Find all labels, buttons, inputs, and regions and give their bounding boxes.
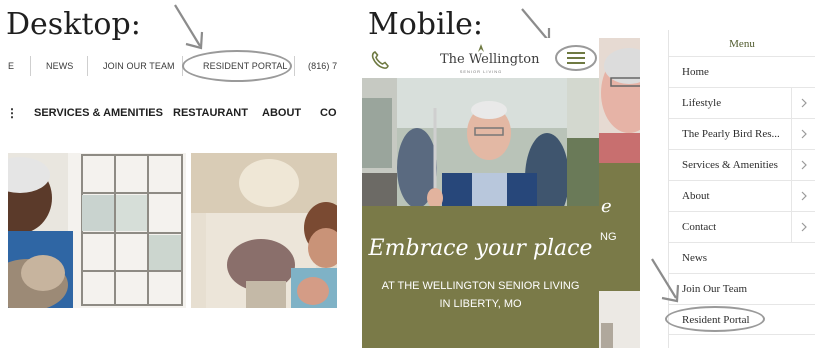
desktop-screenshot: E NEWS JOIN OUR TEAM RESIDENT PORTAL (81… xyxy=(0,50,337,308)
mobile-hero-banner: Embrace your place AT THE WELLINGTON SEN… xyxy=(362,206,599,348)
menu-item-news[interactable]: News xyxy=(669,242,815,273)
chevron-right-icon xyxy=(801,191,807,201)
hero-subtitle-line2: IN LIBERTY, MO xyxy=(439,298,522,310)
hero-tagline: Embrace your place xyxy=(368,236,593,261)
mobile-header: The Wellington SENIOR LIVING xyxy=(362,38,599,78)
mobile-hero-photo-left xyxy=(362,78,397,206)
menu-item-services-amenities[interactable]: Services & Amenities xyxy=(669,149,815,180)
logo-text: The Wellington xyxy=(440,52,540,67)
mobile-menu-panel: Menu Home Lifestyle The Pearly Bird Res.… xyxy=(665,30,815,348)
adjacent-slide-text-fragment: e xyxy=(601,196,612,217)
expand-button[interactable] xyxy=(791,88,815,118)
desktop-heading: Desktop: xyxy=(6,7,141,42)
menu-item-label: About xyxy=(682,190,710,202)
mobile-adjacent-slide: e NG xyxy=(599,38,640,348)
desktop-photo-residents xyxy=(8,153,186,308)
expand-button[interactable] xyxy=(791,119,815,149)
menu-item-pearly-bird[interactable]: The Pearly Bird Res... xyxy=(669,118,815,149)
top-link-partial[interactable]: E xyxy=(8,61,14,71)
annotation-arrow-icon xyxy=(651,258,680,303)
expand-button[interactable] xyxy=(791,181,815,211)
nav-link-about[interactable]: ABOUT xyxy=(262,107,301,119)
top-link-join-our-team[interactable]: JOIN OUR TEAM xyxy=(103,61,175,71)
adjacent-slide-text-fragment: NG xyxy=(600,231,617,243)
chevron-right-icon xyxy=(801,160,807,170)
mobile-heading: Mobile: xyxy=(368,7,484,42)
menu-item-join-our-team[interactable]: Join Our Team xyxy=(669,273,815,304)
desktop-photo-dining xyxy=(191,153,337,308)
mobile-screenshot: The Wellington SENIOR LIVING Embrace you… xyxy=(362,38,640,348)
annotation-arrow-icon xyxy=(174,4,204,50)
top-link-news[interactable]: NEWS xyxy=(46,61,73,71)
menu-item-label: Contact xyxy=(682,221,717,233)
desktop-main-nav: ⋮ SERVICES & AMENITIES RESTAURANT ABOUT … xyxy=(0,106,337,122)
nav-link-restaurant[interactable]: RESTAURANT xyxy=(173,107,248,119)
hamburger-menu-button[interactable] xyxy=(554,44,598,72)
menu-item-label: The Pearly Bird Res... xyxy=(682,128,780,140)
menu-item-about[interactable]: About xyxy=(669,180,815,211)
phone-icon[interactable] xyxy=(370,50,390,70)
top-link-phone[interactable]: (816) 7 xyxy=(308,61,337,71)
logo-mark-icon xyxy=(478,44,484,52)
menu-title: Menu xyxy=(729,38,755,50)
chevron-right-icon xyxy=(801,222,807,232)
resident-portal-highlight xyxy=(665,306,765,332)
hamburger-icon xyxy=(555,45,597,71)
resident-portal-highlight xyxy=(182,50,292,82)
menu-item-label: Join Our Team xyxy=(682,283,748,295)
menu-item-lifestyle[interactable]: Lifestyle xyxy=(669,87,815,118)
nav-more-icon[interactable]: ⋮ xyxy=(6,106,18,120)
menu-item-contact[interactable]: Contact xyxy=(669,211,815,242)
nav-link-contact-partial[interactable]: CO xyxy=(320,107,337,119)
nav-link-services-amenities[interactable]: SERVICES & AMENITIES xyxy=(34,107,163,119)
expand-button[interactable] xyxy=(791,212,815,242)
chevron-right-icon xyxy=(801,98,807,108)
chevron-right-icon xyxy=(801,129,807,139)
logo-subtext: SENIOR LIVING xyxy=(459,69,503,74)
menu-item-home[interactable]: Home xyxy=(669,56,815,87)
hero-subtitle-line1: AT THE WELLINGTON SENIOR LIVING xyxy=(381,280,580,292)
menu-item-label: Services & Amenities xyxy=(682,159,778,171)
wellington-logo[interactable]: The Wellington SENIOR LIVING xyxy=(440,44,540,74)
menu-item-label: Home xyxy=(682,66,709,78)
menu-item-label: Lifestyle xyxy=(682,97,722,109)
mobile-hero-photo-right xyxy=(567,78,599,206)
expand-button[interactable] xyxy=(791,150,815,180)
